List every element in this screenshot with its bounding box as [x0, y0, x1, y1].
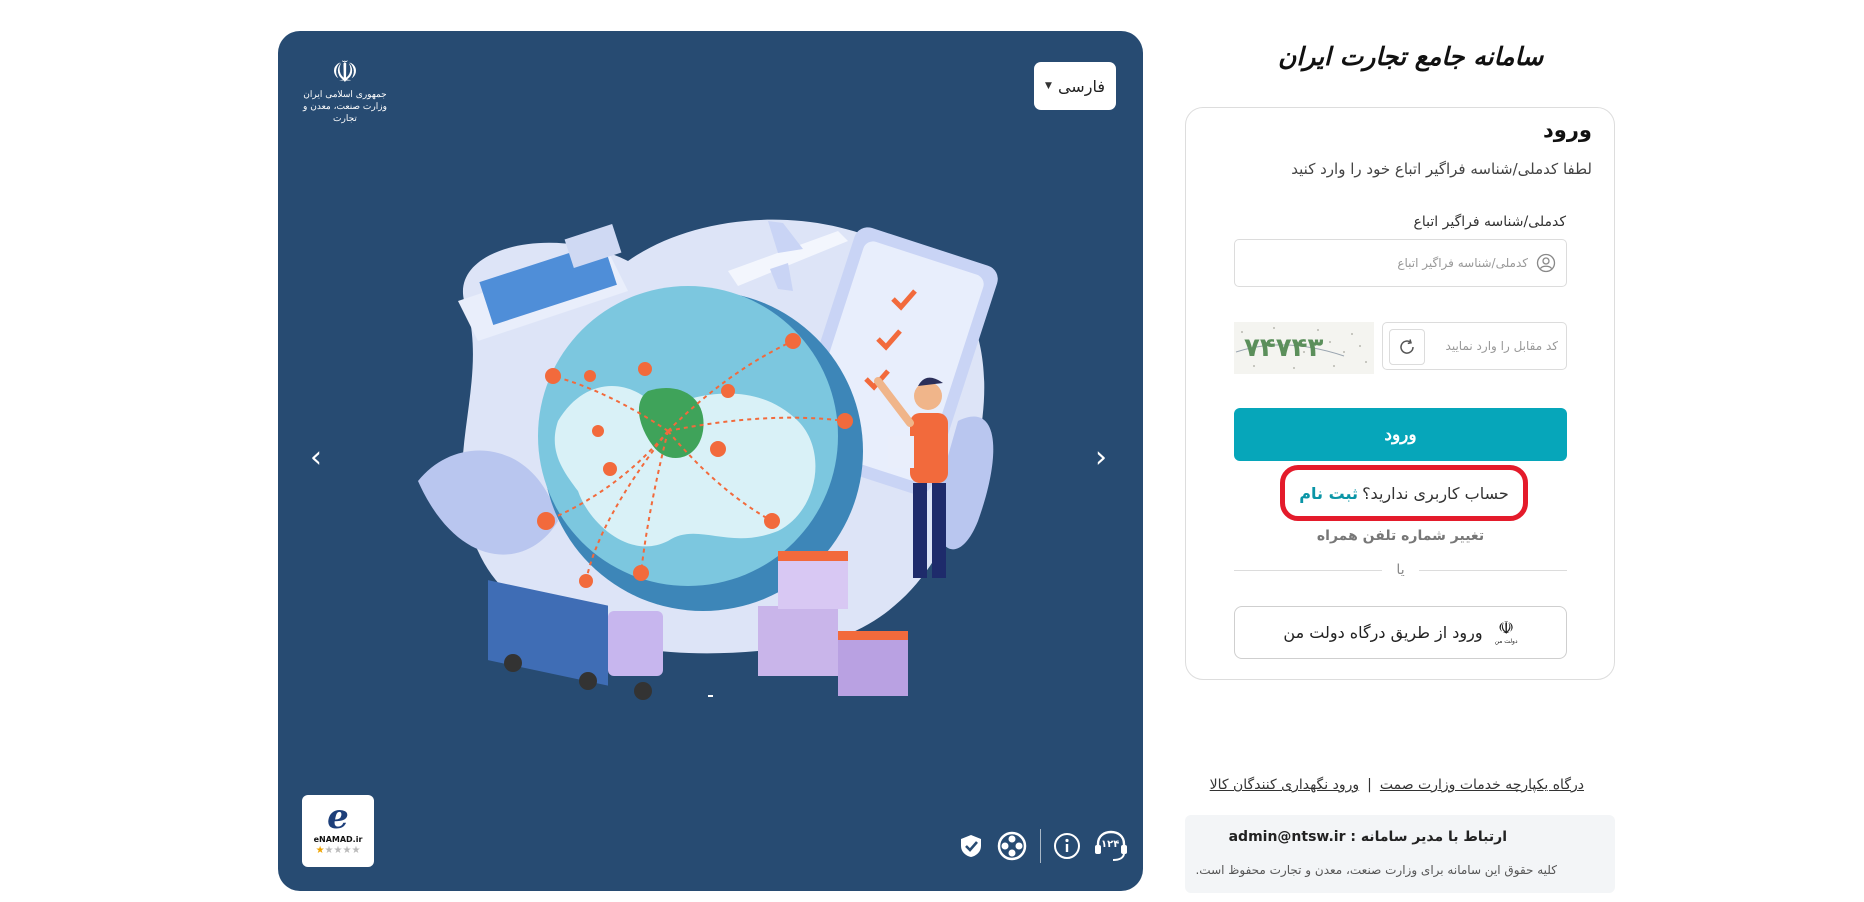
- refresh-icon: [1400, 339, 1414, 354]
- enamad-stars: ★★★★★: [315, 845, 361, 856]
- id-label: کدملی/شناسه فراگیر اتباع: [1413, 214, 1566, 230]
- contact-box: ارتباط با مدیر سامانه : admin@ntsw.ir کل…: [1185, 815, 1615, 893]
- iran-emblem-icon: ☫: [331, 55, 359, 90]
- support-124-icon[interactable]: ۱۲۴: [1093, 829, 1129, 863]
- enamad-logo-icon: e: [327, 797, 349, 837]
- enamad-badge[interactable]: e eNAMAD.ir ★★★★★: [302, 795, 374, 867]
- captcha-input[interactable]: [1438, 339, 1558, 353]
- id-field[interactable]: [1234, 239, 1567, 287]
- or-divider: یا: [1234, 560, 1568, 580]
- no-account-text: حساب کاربری ندارید؟: [1362, 483, 1509, 503]
- film-reel-icon[interactable]: [996, 830, 1028, 862]
- link-divider: |: [1367, 777, 1372, 793]
- hero-panel: ☫ جمهوری اسلامی ایران وزارت صنعت، معدن و…: [278, 31, 1143, 891]
- captcha-image: ۷۴۷۴۳: [1234, 322, 1374, 374]
- refresh-captcha-button[interactable]: [1389, 329, 1425, 365]
- prev-slide-arrow[interactable]: ‹: [310, 443, 322, 473]
- brand-title: سامانه جامع تجارت ایران: [1278, 41, 1544, 71]
- captcha-field[interactable]: [1382, 322, 1567, 370]
- enamad-site-label: eNAMAD.ir: [313, 835, 363, 844]
- ministry-logo: ☫ جمهوری اسلامی ایران وزارت صنعت، معدن و…: [300, 57, 390, 127]
- gov-login-label: ورود از طریق درگاه دولت من: [1283, 623, 1483, 642]
- login-card: ورود لطفا کدملی/شناسه فراگیر اتباع خود ر…: [1185, 107, 1615, 680]
- gov-login-button[interactable]: ☫ دولت من ورود از طریق درگاه دولت من: [1234, 606, 1567, 659]
- language-label: فارسی: [1057, 76, 1105, 96]
- portal-link[interactable]: درگاه یکپارچه خدمات وزارت صمت: [1380, 777, 1584, 793]
- copyright-text: کلیه حقوق این سامانه برای وزارت صنعت، مع…: [1195, 863, 1557, 877]
- dolat-man-logo-icon: ☫ دولت من: [1494, 618, 1518, 646]
- login-title: ورود: [1543, 118, 1592, 142]
- info-icon[interactable]: [1053, 832, 1081, 860]
- user-icon: [1536, 253, 1556, 273]
- register-link[interactable]: ثبت نام: [1299, 484, 1358, 503]
- footer-links: درگاه یکپارچه خدمات وزارت صمت | ورود نگه…: [1210, 777, 1584, 793]
- shield-check-icon[interactable]: [958, 833, 984, 859]
- trade-illustration: [418, 219, 998, 700]
- ministry-logo-line2: وزارت صنعت، معدن و تجارت: [303, 102, 387, 124]
- ministry-logo-line1: جمهوری اسلامی ایران: [303, 90, 387, 100]
- warehouse-link[interactable]: ورود نگهداری کنندگان کالا: [1210, 777, 1360, 793]
- contact-admin: ارتباط با مدیر سامانه : admin@ntsw.ir: [1228, 829, 1507, 845]
- change-phone-link[interactable]: تغییر شماره تلفن همراه: [1234, 528, 1567, 544]
- next-slide-arrow[interactable]: ›: [1095, 443, 1107, 473]
- brand-header: سامانه جامع تجارت ایران: [1278, 30, 1543, 82]
- login-subtitle: لطفا کدملی/شناسه فراگیر اتباع خود را وار…: [1291, 160, 1592, 178]
- icon-divider: [1040, 829, 1041, 863]
- register-prompt: حساب کاربری ندارید؟ ثبت نام: [1280, 465, 1528, 521]
- slide-indicator[interactable]: [708, 695, 713, 697]
- login-button[interactable]: ورود: [1234, 408, 1567, 461]
- caret-down-icon: ▼: [1045, 81, 1052, 91]
- support-number: ۱۲۴: [1101, 839, 1120, 850]
- captcha-text: ۷۴۷۴۳: [1244, 333, 1323, 363]
- hero-footer-icons: ۱۲۴: [958, 829, 1129, 863]
- id-input[interactable]: [1258, 256, 1528, 270]
- language-selector[interactable]: فارسی ▼: [1034, 62, 1116, 110]
- or-text: یا: [1396, 562, 1405, 578]
